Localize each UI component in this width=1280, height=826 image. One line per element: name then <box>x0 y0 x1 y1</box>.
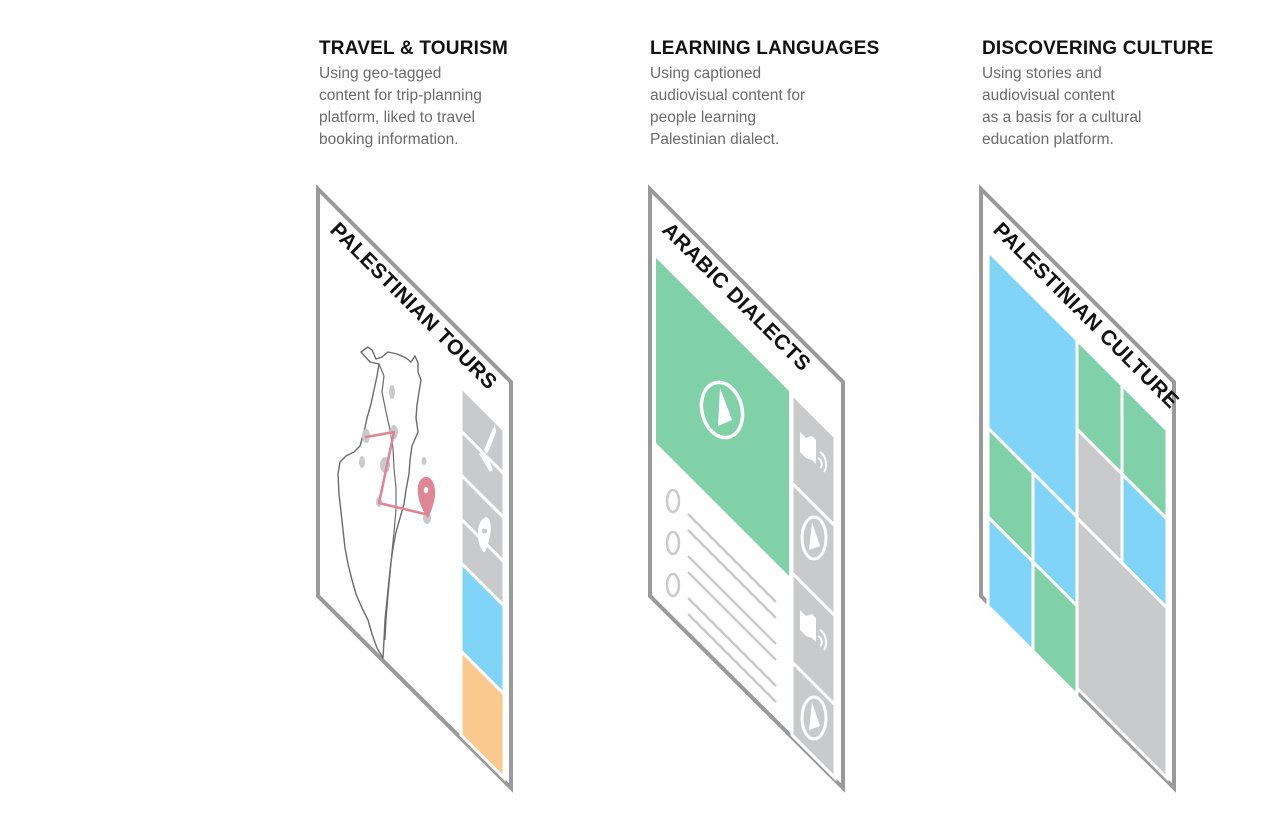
card-palestinian-tours: PALESTINIAN TOURS <box>316 184 513 793</box>
dialects-sidebar <box>790 390 837 782</box>
isometric-cards: PALESTINIAN TOURS ARABIC DIALECTS PALEST… <box>316 184 1183 793</box>
tours-sidebar <box>459 383 506 782</box>
card-palestinian-culture: PALESTINIAN CULTURE <box>979 184 1183 793</box>
city-marker <box>389 385 395 399</box>
card-arabic-dialects: ARABIC DIALECTS <box>648 184 845 793</box>
city-marker <box>421 457 427 465</box>
city-marker <box>359 456 365 468</box>
